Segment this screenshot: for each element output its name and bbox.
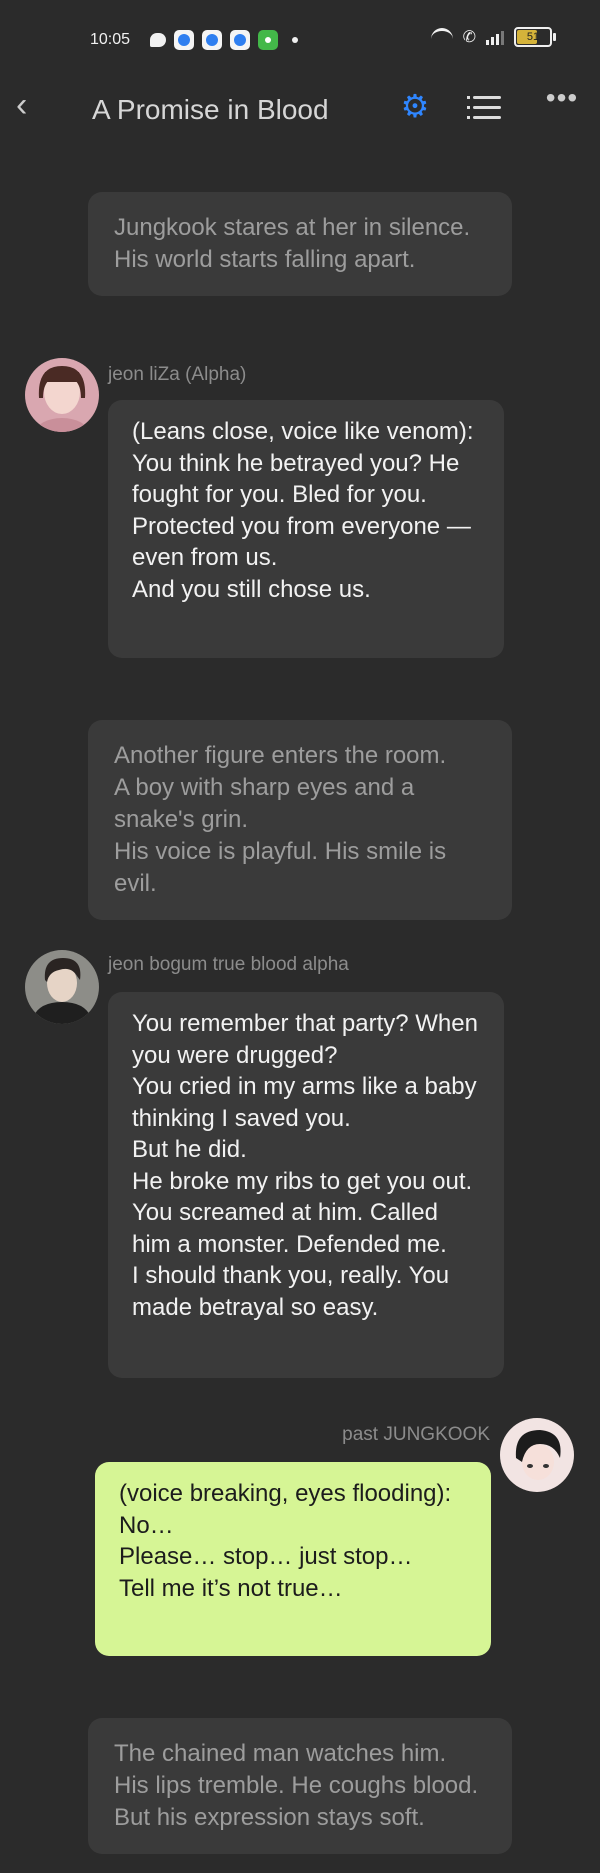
page-title: A Promise in Blood [92, 94, 329, 125]
user-message-bubble: (voice breaking, eyes flooding): No… Ple… [95, 1462, 491, 1656]
back-button[interactable]: ‹ [16, 80, 60, 136]
app-notification-icon [258, 30, 278, 50]
app-notification-icon [230, 30, 250, 50]
narration-bubble: Jungkook stares at her in silence. His w… [88, 192, 512, 296]
status-time: 10:05 [90, 31, 131, 48]
user-avatar[interactable] [500, 1418, 574, 1492]
character-avatar[interactable] [25, 950, 99, 1024]
character-message-bubble: You remember that party? When you were d… [108, 992, 504, 1378]
battery-level: 51 [526, 31, 540, 43]
app-notification-icon [174, 30, 194, 50]
signal-icon [486, 29, 504, 45]
back-icon: ‹ [16, 86, 28, 124]
settings-button[interactable]: ⚙ [393, 80, 437, 136]
list-button[interactable] [465, 80, 509, 136]
system-icons: ✆ 51 [430, 27, 556, 47]
more-icon: ••• [545, 82, 579, 113]
app-notification-icon [202, 30, 222, 50]
more-button[interactable]: ••• [540, 80, 584, 136]
character-message-bubble: (Leans close, voice like venom): You thi… [108, 400, 504, 658]
chat-notification-icon [150, 33, 166, 47]
call-icon: ✆ [462, 29, 476, 46]
app-bar: ‹ A Promise in Blood ⚙ ••• [0, 80, 600, 136]
character-name: jeon bogum true blood alpha [108, 954, 349, 975]
narration-bubble: Another figure enters the room. A boy wi… [88, 720, 512, 920]
more-notifications-dot-icon [292, 37, 298, 43]
character-name: jeon liZa (Alpha) [108, 364, 247, 385]
wifi-icon [430, 27, 453, 47]
settings-gear-icon: ⚙ [400, 88, 430, 124]
user-name: past JUNGKOOK [342, 1424, 490, 1445]
notification-icons [150, 30, 298, 50]
narration-bubble: The chained man watches him. His lips tr… [88, 1718, 512, 1854]
character-avatar[interactable] [25, 358, 99, 432]
battery-icon: 51 [514, 27, 556, 47]
status-bar: 10:05 ✆ 51 [0, 0, 600, 80]
